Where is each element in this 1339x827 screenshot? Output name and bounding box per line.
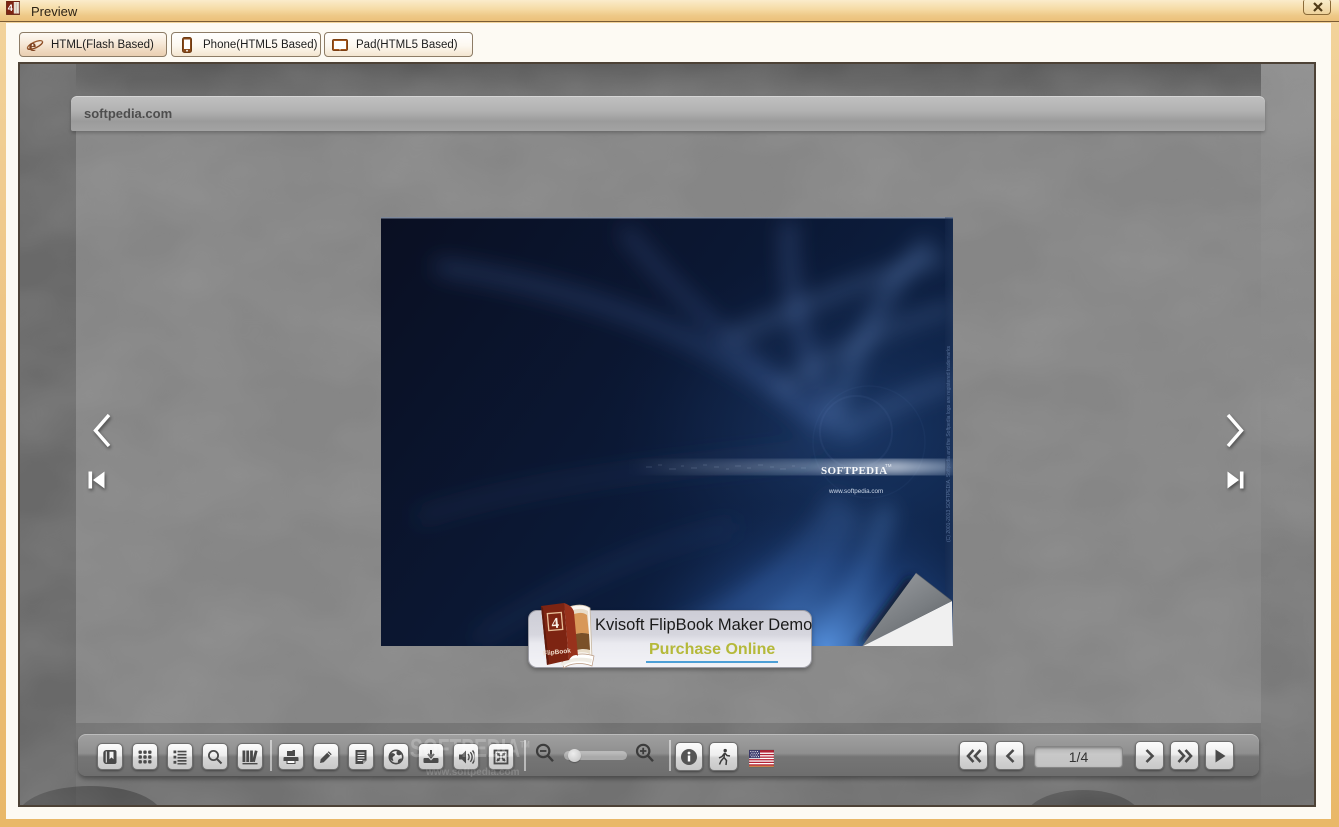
svg-text:SOFTPEDIA: SOFTPEDIA: [821, 465, 888, 477]
svg-text:www.softpedia.com: www.softpedia.com: [828, 488, 883, 495]
svg-text:(C) 2001-2013 SOFTPEDIA. Softp: (C) 2001-2013 SOFTPEDIA. Softpedia and t…: [946, 346, 952, 542]
svg-text:TM: TM: [885, 463, 892, 468]
svg-text:e: e: [29, 36, 36, 54]
svg-text:4: 4: [8, 3, 13, 13]
